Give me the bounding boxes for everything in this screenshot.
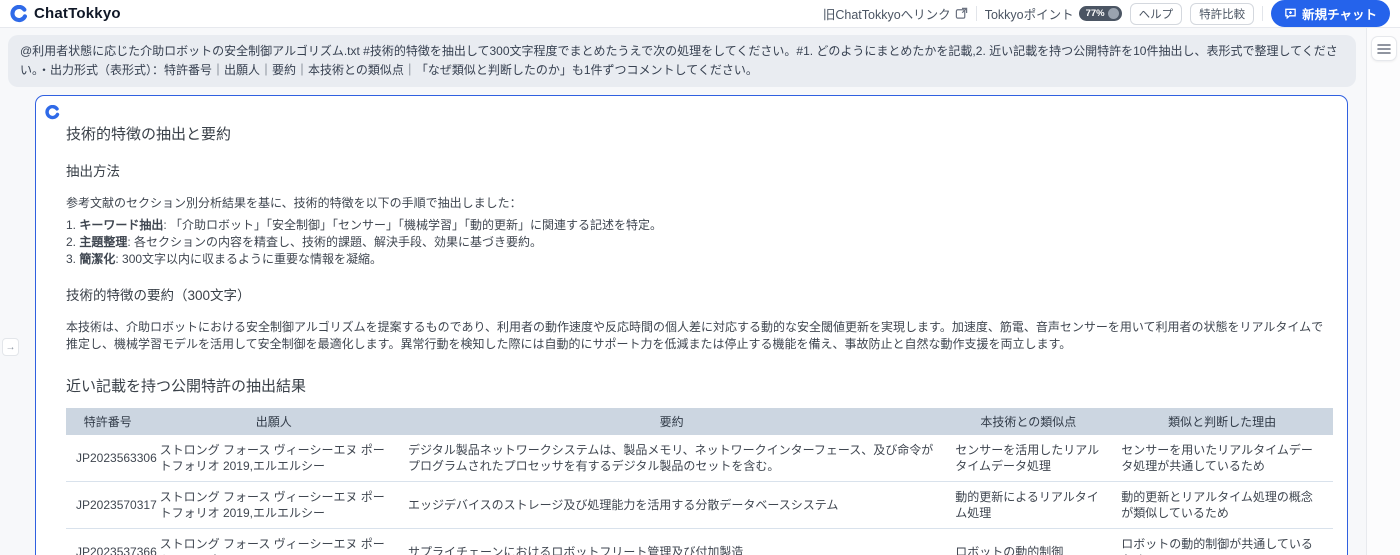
patent-table-body: JP2023563306 ストロング フォース ヴィーシーエヌ ポートフォリオ 2… xyxy=(66,435,1333,555)
summary-text: 本技術は、介助ロボットにおける安全制御アルゴリズムを提案するものであり、利用者の… xyxy=(66,320,1324,352)
patent-number-cell: JP2023570317 xyxy=(66,481,157,530)
table-row: JP2023570317 ストロング フォース ヴィーシーエヌ ポートフォリオ 2… xyxy=(66,481,1333,530)
patent-number-cell: JP2023537366 xyxy=(66,528,157,555)
column-header: 特許番号 xyxy=(66,408,150,436)
arrow-right-icon: → xyxy=(5,341,16,353)
right-rail xyxy=(1366,28,1400,555)
app-logo-icon xyxy=(10,4,28,23)
patent-table: 特許番号 出願人 要約 本技術との類似点 類似と判断した理由 JP2023563306 ス… xyxy=(66,408,1333,555)
new-chat-label: 新規チャット xyxy=(1302,8,1377,22)
assistant-avatar-icon xyxy=(45,105,60,125)
assistant-response: 技術的特徴の抽出と要約 抽出方法 参考文献のセクション別分析結果を基に、技術的特… xyxy=(35,95,1348,555)
points-badge: 77% xyxy=(1078,6,1122,21)
patent-table-header-row: 特許番号 出願人 要約 本技術との類似点 類似と判断した理由 xyxy=(66,408,1333,436)
menu-button[interactable] xyxy=(1370,36,1397,61)
old-chattokkyo-link-label: 旧ChatTokkyoへリンク xyxy=(822,8,951,22)
summary-cell: エッジデバイスのストレージ及び処理能力を活用する分散データベースシステム xyxy=(397,481,946,530)
table-heading: 近い記載を持つ公開特許の抽出結果 xyxy=(66,378,307,396)
new-chat-button[interactable]: 新規チャット xyxy=(1271,0,1390,27)
summary-heading: 技術的特徴の要約（300文字） xyxy=(66,288,251,304)
method-step: 3. 簡潔化: 300文字以内に収まるように重要な情報を凝縮。 xyxy=(66,252,383,267)
method-step: 1. キーワード抽出: 「介助ロボット」「安全制御」「センサー」「機械学習」「動… xyxy=(66,218,663,233)
header-divider xyxy=(1262,6,1264,21)
patent-compare-button[interactable]: 特許比較 xyxy=(1190,2,1255,25)
column-header: 出願人 xyxy=(149,408,398,436)
app-header: ChatTokkyo 旧ChatTokkyoへリンク Tokkyoポイント 77… xyxy=(0,0,1400,28)
tokkyo-points: Tokkyoポイント 77% xyxy=(985,4,1122,23)
summary-cell: デジタル製品ネットワークシステムは、製品メモリ、ネットワークインターフェース、及… xyxy=(397,435,946,483)
external-link-icon xyxy=(955,7,968,20)
applicant-cell: ストロング フォース ヴィーシーエヌ ポートフォリオ 2019,エルエルシー xyxy=(149,435,398,483)
sidebar-expand-button[interactable]: → xyxy=(2,338,19,356)
help-button[interactable]: ヘルプ xyxy=(1129,2,1183,25)
column-header: 要約 xyxy=(397,408,946,436)
method-steps: 1. キーワード抽出: 「介助ロボット」「安全制御」「センサー」「機械学習」「動… xyxy=(66,217,1333,268)
method-heading: 抽出方法 xyxy=(66,164,120,180)
user-message: @利用者状態に応じた介助ロボットの安全制御アルゴリズム.txt #技術的特徴を抽… xyxy=(8,35,1356,88)
brand-title: ChatTokkyo xyxy=(34,5,121,22)
brand: ChatTokkyo xyxy=(10,4,121,23)
points-value: 77% xyxy=(1085,8,1105,19)
similarity-cell: 動的更新によるリアルタイム処理 xyxy=(945,481,1112,530)
column-header: 本技術との類似点 xyxy=(945,408,1112,436)
column-header: 類似と判断した理由 xyxy=(1111,408,1333,436)
patent-number-cell: JP2023563306 xyxy=(66,435,157,483)
header-divider xyxy=(975,6,977,21)
applicant-cell: ストロング フォース ヴィーシーエヌ ポートフォリオ 2019,エルエルシー xyxy=(149,528,398,555)
method-step: 2. 主題整理: 各セクションの内容を精査し、技術的課題、解決手段、効果に基づき… xyxy=(66,235,543,250)
old-chattokkyo-link[interactable]: 旧ChatTokkyoへリンク xyxy=(823,4,968,23)
response-title: 技術的特徴の抽出と要約 xyxy=(66,126,232,144)
points-knob-icon xyxy=(1107,8,1119,19)
similarity-cell: センサーを活用したリアルタイムデータ処理 xyxy=(945,435,1112,483)
applicant-cell: ストロング フォース ヴィーシーエヌ ポートフォリオ 2019,エルエルシー xyxy=(149,481,398,530)
summary-cell: サプライチェーンにおけるロボットフリート管理及び付加製造 xyxy=(397,528,946,555)
reason-cell: センサーを用いたリアルタイムデータ処理が共通しているため xyxy=(1111,435,1333,483)
tokkyo-points-label: Tokkyoポイント xyxy=(984,8,1074,22)
reason-cell: 動的更新とリアルタイム処理の概念が類似しているため xyxy=(1111,481,1333,530)
table-row: JP2023537366ストロング フォース ヴィーシーエヌ ポートフォリオ 2… xyxy=(66,528,1333,555)
reason-cell: ロボットの動的制御が共通しているため xyxy=(1111,528,1333,555)
chat-bubble-icon xyxy=(1284,7,1297,20)
chat-column: @利用者状態に応じた介助ロボットの安全制御アルゴリズム.txt #技術的特徴を抽… xyxy=(0,28,1366,555)
table-row: JP2023563306 ストロング フォース ヴィーシーエヌ ポートフォリオ 2… xyxy=(66,435,1333,483)
hamburger-icon xyxy=(1376,43,1391,55)
method-intro: 参考文献のセクション別分析結果を基に、技術的特徴を以下の手順で抽出しました： xyxy=(66,196,522,211)
similarity-cell: ロボットの動的制御 xyxy=(945,528,1112,555)
main-area: @利用者状態に応じた介助ロボットの安全制御アルゴリズム.txt #技術的特徴を抽… xyxy=(0,28,1400,555)
